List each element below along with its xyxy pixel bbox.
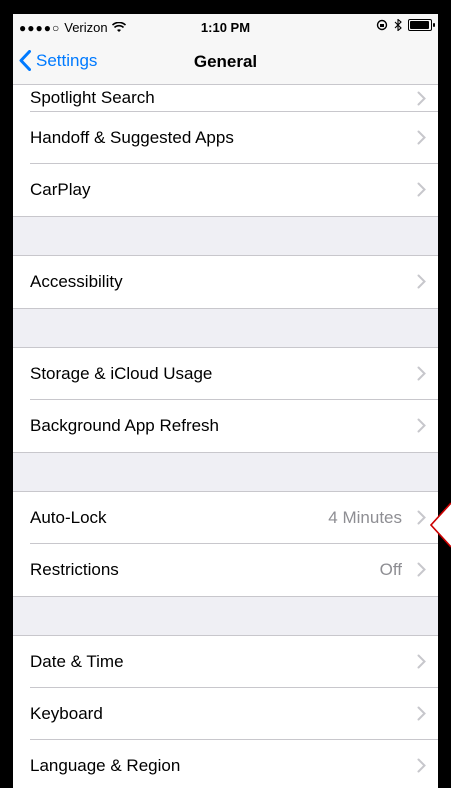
row-label: Spotlight Search	[30, 88, 155, 107]
chevron-right-icon	[417, 91, 426, 106]
row-label: Keyboard	[30, 704, 103, 723]
settings-row-handoff[interactable]: Handoff & Suggested Apps	[13, 112, 438, 164]
bluetooth-icon	[394, 19, 402, 31]
chevron-right-icon	[417, 418, 426, 433]
page-title: General	[193, 52, 258, 71]
screen: ●●●●○ Verizon 1:10 PM Settings General S…	[13, 14, 438, 788]
row-label: Background App Refresh	[30, 416, 220, 435]
status-right	[376, 19, 435, 31]
settings-row-background-refresh[interactable]: Background App Refresh	[13, 400, 438, 452]
device-frame: ●●●●○ Verizon 1:10 PM Settings General S…	[0, 0, 451, 788]
orientation-lock-icon	[376, 19, 388, 31]
row-value: Off	[379, 560, 402, 579]
status-time: 1:10 PM	[200, 20, 251, 35]
settings-row-restrictions[interactable]: Restrictions Off	[13, 544, 438, 596]
row-label: Language & Region	[30, 756, 181, 775]
settings-row-spotlight-search[interactable]: Spotlight Search	[13, 85, 438, 112]
row-value: 4 Minutes	[328, 508, 402, 527]
settings-row-carplay[interactable]: CarPlay	[13, 164, 438, 216]
settings-list: Spotlight Search Handoff & Suggested App…	[13, 85, 438, 788]
status-bar: ●●●●○ Verizon 1:10 PM	[13, 14, 438, 42]
settings-row-language-region[interactable]: Language & Region	[13, 740, 438, 788]
chevron-right-icon	[417, 758, 426, 773]
chevron-right-icon	[417, 182, 426, 197]
callout-pointer-icon	[430, 502, 451, 548]
settings-row-keyboard[interactable]: Keyboard	[13, 688, 438, 740]
section-gap	[13, 596, 438, 636]
row-label: Storage & iCloud Usage	[30, 364, 213, 383]
chevron-right-icon	[417, 562, 426, 577]
battery-icon	[408, 19, 435, 31]
row-label: Handoff & Suggested Apps	[30, 128, 234, 147]
row-label: Date & Time	[30, 652, 124, 671]
row-label: Accessibility	[30, 272, 123, 291]
row-label: Restrictions	[30, 560, 119, 579]
section-gap	[13, 452, 438, 492]
row-label: CarPlay	[30, 180, 91, 199]
settings-row-date-time[interactable]: Date & Time	[13, 636, 438, 688]
settings-row-storage[interactable]: Storage & iCloud Usage	[13, 348, 438, 400]
chevron-right-icon	[417, 654, 426, 669]
chevron-right-icon	[417, 274, 426, 289]
section-gap	[13, 216, 438, 256]
section-gap	[13, 308, 438, 348]
settings-row-auto-lock[interactable]: Auto-Lock 4 Minutes	[13, 492, 438, 544]
chevron-right-icon	[417, 510, 426, 525]
chevron-right-icon	[417, 706, 426, 721]
chevron-right-icon	[417, 366, 426, 381]
navigation-bar: Settings General	[13, 42, 438, 85]
chevron-right-icon	[417, 130, 426, 145]
settings-row-accessibility[interactable]: Accessibility	[13, 256, 438, 308]
row-label: Auto-Lock	[30, 508, 107, 527]
